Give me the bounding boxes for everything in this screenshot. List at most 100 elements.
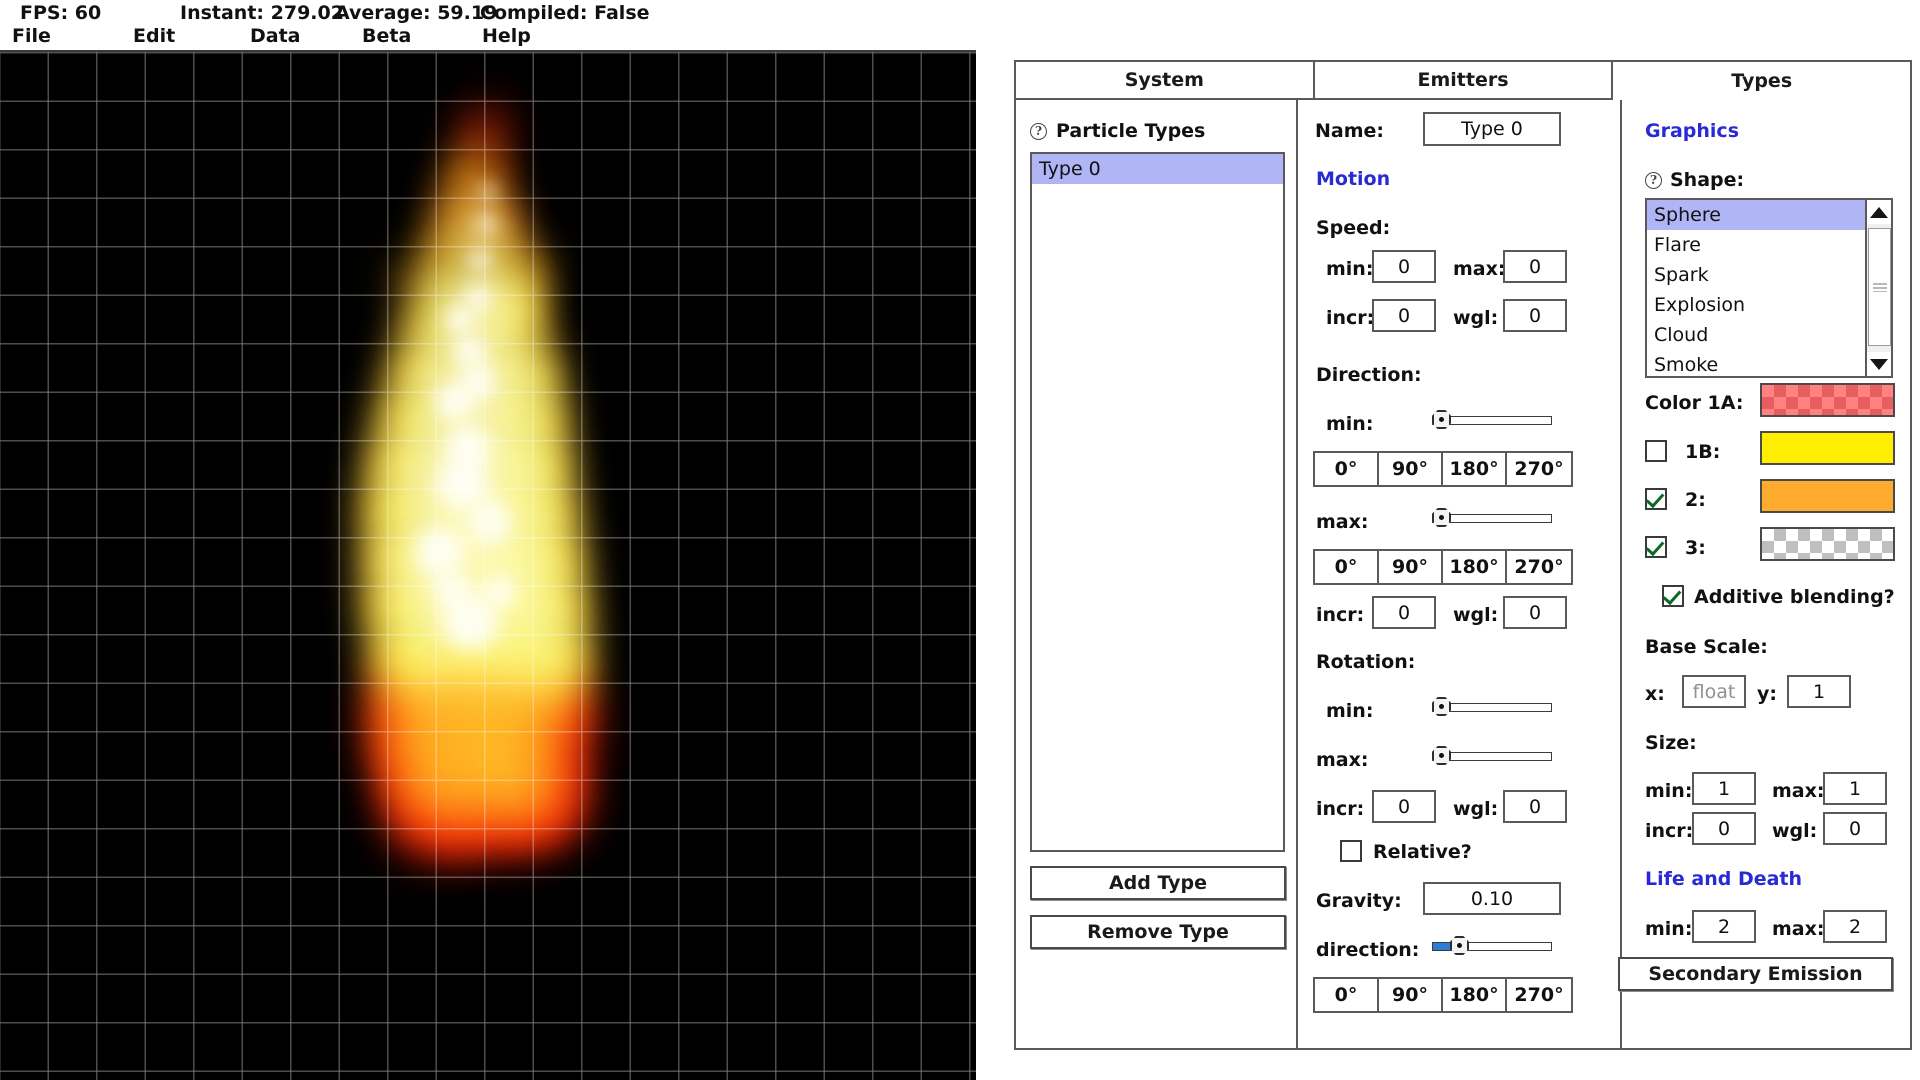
tab-system[interactable]: System — [1016, 62, 1315, 100]
degree-button-180[interactable]: 180° — [1443, 979, 1507, 1011]
shape-option-smoke[interactable]: Smoke — [1647, 350, 1891, 376]
remove-type-button[interactable]: Remove Type — [1030, 915, 1286, 949]
degree-button-180[interactable]: 180° — [1443, 453, 1507, 485]
degree-button-0[interactable]: 0° — [1315, 551, 1379, 583]
secondary-emission-button[interactable]: Secondary Emission — [1618, 957, 1893, 991]
shape-list[interactable]: Sphere Flare Spark Explosion Cloud Smoke — [1645, 198, 1893, 378]
speed-min-input[interactable]: 0 — [1372, 250, 1436, 283]
scroll-up-arrow-icon[interactable] — [1867, 200, 1891, 224]
direction-incr-input[interactable]: 0 — [1372, 596, 1436, 629]
gravity-label: Gravity: — [1316, 890, 1402, 912]
color-1a-swatch[interactable] — [1760, 383, 1895, 417]
additive-blending-label: Additive blending? — [1694, 586, 1895, 608]
menu-item-file[interactable]: File — [12, 25, 51, 47]
direction-wgl-input[interactable]: 0 — [1503, 596, 1567, 629]
relative-checkbox[interactable] — [1340, 840, 1362, 862]
color-1b-checkbox[interactable] — [1645, 440, 1667, 462]
slider-knob[interactable] — [1432, 746, 1451, 765]
life-min-input[interactable]: 2 — [1692, 910, 1756, 943]
slider-knob[interactable] — [1432, 410, 1451, 429]
direction-max-degree-buttons[interactable]: 0° 90° 180° 270° — [1313, 549, 1573, 585]
menu-item-data[interactable]: Data — [250, 25, 301, 47]
fire-particle-effect — [0, 52, 976, 1080]
degree-button-270[interactable]: 270° — [1507, 551, 1571, 583]
motion-settings-column: Name: Type 0 Motion Speed: min: 0 max: 0… — [1300, 100, 1622, 1050]
rotation-max-label: max: — [1316, 749, 1369, 771]
particle-types-list[interactable]: Type 0 — [1030, 152, 1285, 852]
degree-button-270[interactable]: 270° — [1507, 453, 1571, 485]
motion-heading: Motion — [1316, 168, 1391, 190]
menu-item-edit[interactable]: Edit — [133, 25, 175, 47]
color-1b-swatch[interactable] — [1760, 431, 1895, 465]
list-item[interactable]: Type 0 — [1032, 154, 1283, 184]
color-3-swatch[interactable] — [1760, 527, 1895, 561]
rotation-min-slider[interactable] — [1432, 693, 1552, 719]
slider-knob[interactable] — [1432, 508, 1451, 527]
slider-knob[interactable] — [1432, 697, 1451, 716]
rotation-max-slider[interactable] — [1432, 742, 1552, 768]
size-min-input[interactable]: 1 — [1692, 772, 1756, 805]
menu-item-help[interactable]: Help — [482, 25, 531, 47]
degree-button-0[interactable]: 0° — [1315, 979, 1379, 1011]
direction-min-slider[interactable] — [1432, 406, 1552, 432]
shape-option-flare[interactable]: Flare — [1647, 230, 1891, 260]
shape-option-cloud[interactable]: Cloud — [1647, 320, 1891, 350]
question-circle-icon[interactable]: ? — [1645, 172, 1662, 189]
shape-option-explosion[interactable]: Explosion — [1647, 290, 1891, 320]
gravity-degree-buttons[interactable]: 0° 90° 180° 270° — [1313, 977, 1573, 1013]
color-3-checkbox[interactable] — [1645, 536, 1667, 558]
tab-types[interactable]: Types — [1613, 62, 1911, 100]
speed-wgl-input[interactable]: 0 — [1503, 299, 1567, 332]
add-type-button[interactable]: Add Type — [1030, 866, 1286, 900]
degree-button-90[interactable]: 90° — [1379, 453, 1443, 485]
size-max-input[interactable]: 1 — [1823, 772, 1887, 805]
question-circle-icon[interactable]: ? — [1030, 123, 1047, 140]
scroll-down-arrow-icon[interactable] — [1867, 352, 1891, 376]
life-max-input[interactable]: 2 — [1823, 910, 1887, 943]
direction-max-label: max: — [1316, 511, 1369, 533]
degree-button-180[interactable]: 180° — [1443, 551, 1507, 583]
speed-incr-input[interactable]: 0 — [1372, 299, 1436, 332]
compiled-status: Compiled: False — [480, 2, 650, 24]
slider-knob[interactable] — [1450, 936, 1469, 955]
tab-emitters[interactable]: Emitters — [1314, 62, 1614, 100]
speed-max-input[interactable]: 0 — [1503, 250, 1567, 283]
rotation-wgl-label: wgl: — [1453, 798, 1499, 820]
direction-min-degree-buttons[interactable]: 0° 90° 180° 270° — [1313, 451, 1573, 487]
name-label: Name: — [1315, 120, 1385, 142]
gravity-input[interactable]: 0.10 — [1423, 882, 1561, 915]
rotation-wgl-input[interactable]: 0 — [1503, 790, 1567, 823]
base-scale-x-input[interactable]: float — [1682, 675, 1746, 708]
shape-option-spark[interactable]: Spark — [1647, 260, 1891, 290]
degree-button-90[interactable]: 90° — [1379, 979, 1443, 1011]
rotation-incr-label: incr: — [1316, 798, 1365, 820]
base-scale-label: Base Scale: — [1645, 636, 1768, 658]
size-incr-input[interactable]: 0 — [1692, 812, 1756, 845]
size-wgl-input[interactable]: 0 — [1823, 812, 1887, 845]
additive-blending-checkbox[interactable] — [1662, 585, 1684, 607]
shape-option-sphere[interactable]: Sphere — [1647, 200, 1891, 230]
shape-list-scrollbar[interactable] — [1865, 200, 1891, 376]
name-input[interactable]: Type 0 — [1423, 112, 1561, 146]
base-scale-y-label: y: — [1757, 683, 1777, 705]
direction-max-slider[interactable] — [1432, 504, 1552, 530]
color-2-checkbox[interactable] — [1645, 488, 1667, 510]
base-scale-y-input[interactable]: 1 — [1787, 675, 1851, 708]
scrollbar-thumb[interactable] — [1868, 228, 1891, 346]
particle-preview-viewport[interactable] — [0, 50, 976, 1080]
rotation-incr-input[interactable]: 0 — [1372, 790, 1436, 823]
degree-button-0[interactable]: 0° — [1315, 453, 1379, 485]
rotation-min-label: min: — [1326, 700, 1374, 722]
shape-label: Shape: — [1670, 169, 1745, 191]
status-bar: FPS: 60 Instant: 279.02 Average: 59.19 C… — [0, 0, 976, 26]
gravity-direction-slider[interactable] — [1432, 932, 1552, 958]
degree-button-90[interactable]: 90° — [1379, 551, 1443, 583]
particle-types-heading: Particle Types — [1056, 120, 1206, 142]
color-1a-label: Color 1A: — [1645, 392, 1744, 414]
degree-button-270[interactable]: 270° — [1507, 979, 1571, 1011]
editor-panel: System Emitters Types ? Particle Types T… — [1014, 60, 1912, 1050]
menu-item-beta[interactable]: Beta — [362, 25, 411, 47]
direction-label: Direction: — [1316, 364, 1422, 386]
color-2-swatch[interactable] — [1760, 479, 1895, 513]
size-wgl-label: wgl: — [1772, 820, 1818, 842]
